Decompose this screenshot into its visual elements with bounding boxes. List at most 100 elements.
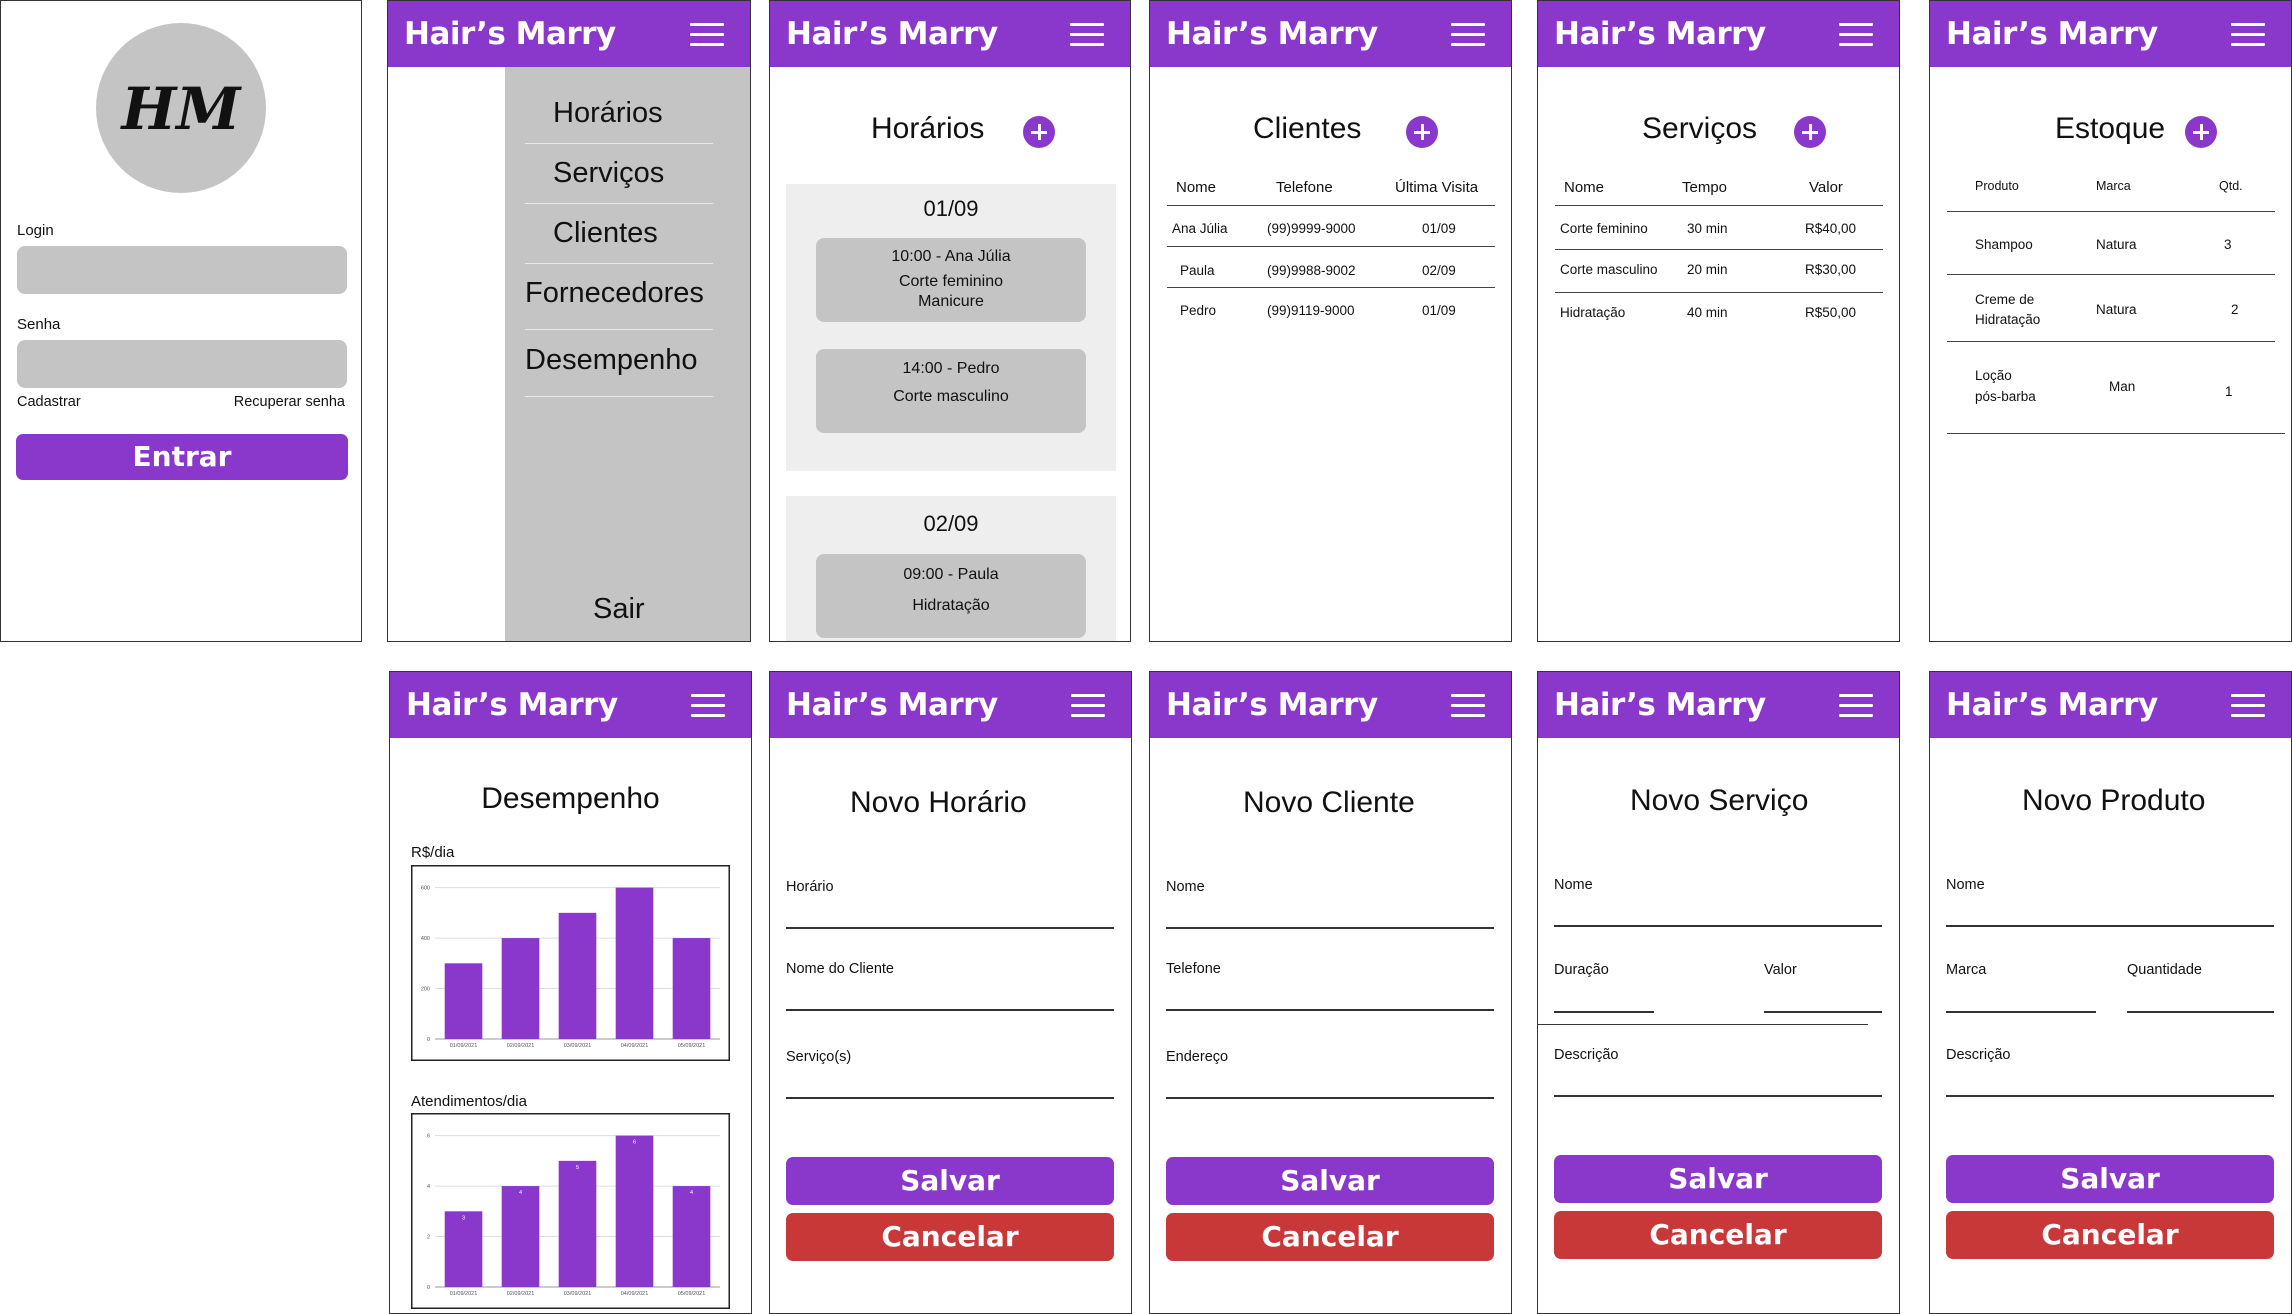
price-field[interactable] [1764,1011,1882,1013]
menu-item-clientes[interactable]: Clientes [553,217,658,250]
bar [615,887,654,1039]
cancel-button[interactable]: Cancelar [786,1213,1114,1261]
address-field[interactable] [1166,1097,1494,1099]
hamburger-menu-icon[interactable] [1451,694,1485,717]
phone-field[interactable] [1166,1009,1494,1011]
appointment-card[interactable]: 10:00 - Ana Júlia Corte feminino Manicur… [816,238,1086,322]
description-label: Descrição [1946,1047,2011,1063]
appointment-service: Hidratação [912,597,990,614]
menu-item-fornecedores[interactable]: Fornecedores [525,277,704,310]
cancel-button[interactable]: Cancelar [1554,1211,1882,1259]
description-field[interactable] [1946,1095,2274,1097]
new-product-screen: Hair’s Marry Novo Produto Nome Marca Qua… [1929,671,2292,1314]
menu-item-horarios[interactable]: Horários [553,97,663,130]
hamburger-menu-icon[interactable] [1839,694,1873,717]
password-input[interactable] [17,340,347,388]
stock-screen: Hair’s Marry Estoque Produto Marca Qtd. … [1929,0,2292,642]
table-cell: 40 min [1687,305,1728,320]
duration-label: Duração [1554,962,1609,978]
duration-field[interactable] [1554,1011,1654,1013]
name-field[interactable] [1946,925,2274,927]
name-field[interactable] [1554,925,1882,927]
x-tick-label: 04/09/2021 [621,1291,649,1297]
services-field[interactable] [786,1097,1114,1099]
menu-item-desempenho[interactable]: Desempenho [525,344,698,377]
logout-item[interactable]: Sair [593,593,645,626]
row-divider [1947,274,2275,275]
brand-field[interactable] [1946,1011,2096,1013]
hamburger-menu-icon[interactable] [1071,694,1105,717]
table-cell: Paula [1180,263,1215,278]
quantity-field[interactable] [2127,1011,2274,1013]
save-button[interactable]: Salvar [786,1157,1114,1205]
performance-screen: Hair’s Marry Desempenho R$/dia 0 200 400 60… [389,671,752,1314]
quantity-label: Quantidade [2127,962,2202,978]
table-cell: 2 [2231,302,2239,317]
login-screen: HM Login Senha Cadastrar Recuperar senha… [0,0,362,642]
table-cell: Loção [1975,368,2012,383]
page-title: Novo Serviço [1630,784,1809,817]
recover-password-link[interactable]: Recuperar senha [234,394,345,410]
table-cell: 20 min [1687,262,1728,277]
column-header: Valor [1809,179,1843,196]
table-cell: 1 [2225,384,2233,399]
column-header: Tempo [1682,179,1728,196]
login-input[interactable] [17,246,347,294]
bar [672,1186,711,1287]
name-label: Nome [1946,877,1985,893]
add-schedule-plus-icon[interactable] [1023,116,1055,148]
top-bar: Hair’s Marry [390,672,751,738]
data-label: 3 [462,1215,465,1221]
row-divider [1555,249,1883,250]
appointment-card[interactable]: 14:00 - Pedro Corte masculino [816,349,1086,433]
menu-divider [525,329,713,330]
top-bar: Hair’s Marry [770,1,1130,67]
save-button[interactable]: Salvar [1554,1155,1882,1203]
divider [1538,1024,1868,1025]
description-field[interactable] [1554,1095,1882,1097]
side-drawer: Horários Serviços Clientes Fornecedores … [505,67,750,641]
table-cell: Creme de [1975,292,2035,307]
bar [672,938,711,1039]
bar [558,1160,597,1287]
client-name-label: Nome do Cliente [786,961,894,977]
appointment-card[interactable]: 09:00 - Paula Hidratação [816,554,1086,638]
y-tick-label: 0 [427,1037,430,1043]
schedule-screen: Hair’s Marry Horários 01/09 10:00 - Ana … [769,0,1131,642]
column-header: Nome [1176,179,1217,196]
header-divider [1947,211,2275,212]
day-group: 02/09 09:00 - Paula Hidratação [786,496,1116,641]
name-field[interactable] [1166,927,1494,929]
cancel-button[interactable]: Cancelar [1166,1213,1494,1261]
login-button[interactable]: Entrar [16,434,348,480]
appointments-bar-chart: 0 2 4 6 01/09/2021 3 02/09/2021 4 03/09/2021 5 04/… [411,1113,730,1309]
save-button[interactable]: Salvar [1946,1155,2274,1203]
top-bar: Hair’s Marry [388,1,750,67]
data-label: 6 [633,1140,636,1146]
client-name-field[interactable] [786,1009,1114,1011]
menu-divider [525,263,713,264]
hamburger-menu-icon[interactable] [690,23,724,46]
x-tick-label: 03/09/2021 [564,1291,592,1297]
brand-title: Hair’s Marry [1554,687,1766,723]
row-divider [1555,292,1883,293]
table-cell: (99)9119-9000 [1267,303,1355,318]
y-tick-label: 400 [421,936,430,942]
hamburger-menu-icon[interactable] [2231,694,2265,717]
hamburger-menu-icon[interactable] [691,694,725,717]
cancel-button[interactable]: Cancelar [1946,1211,2274,1259]
name-label: Nome [1166,879,1205,895]
row-divider [1947,341,2275,342]
register-link[interactable]: Cadastrar [17,394,81,410]
schedule-time-field[interactable] [786,927,1114,929]
brand-title: Hair’s Marry [406,687,618,723]
save-button[interactable]: Salvar [1166,1157,1494,1205]
hamburger-menu-icon[interactable] [1070,23,1104,46]
x-tick-label: 05/09/2021 [678,1291,706,1297]
logo-text: HM [121,75,241,143]
menu-item-servicos[interactable]: Serviços [553,157,664,190]
header-divider [1167,205,1495,206]
data-label: 5 [576,1165,579,1171]
bar [444,963,483,1039]
top-bar: Hair’s Marry [1930,672,2291,738]
